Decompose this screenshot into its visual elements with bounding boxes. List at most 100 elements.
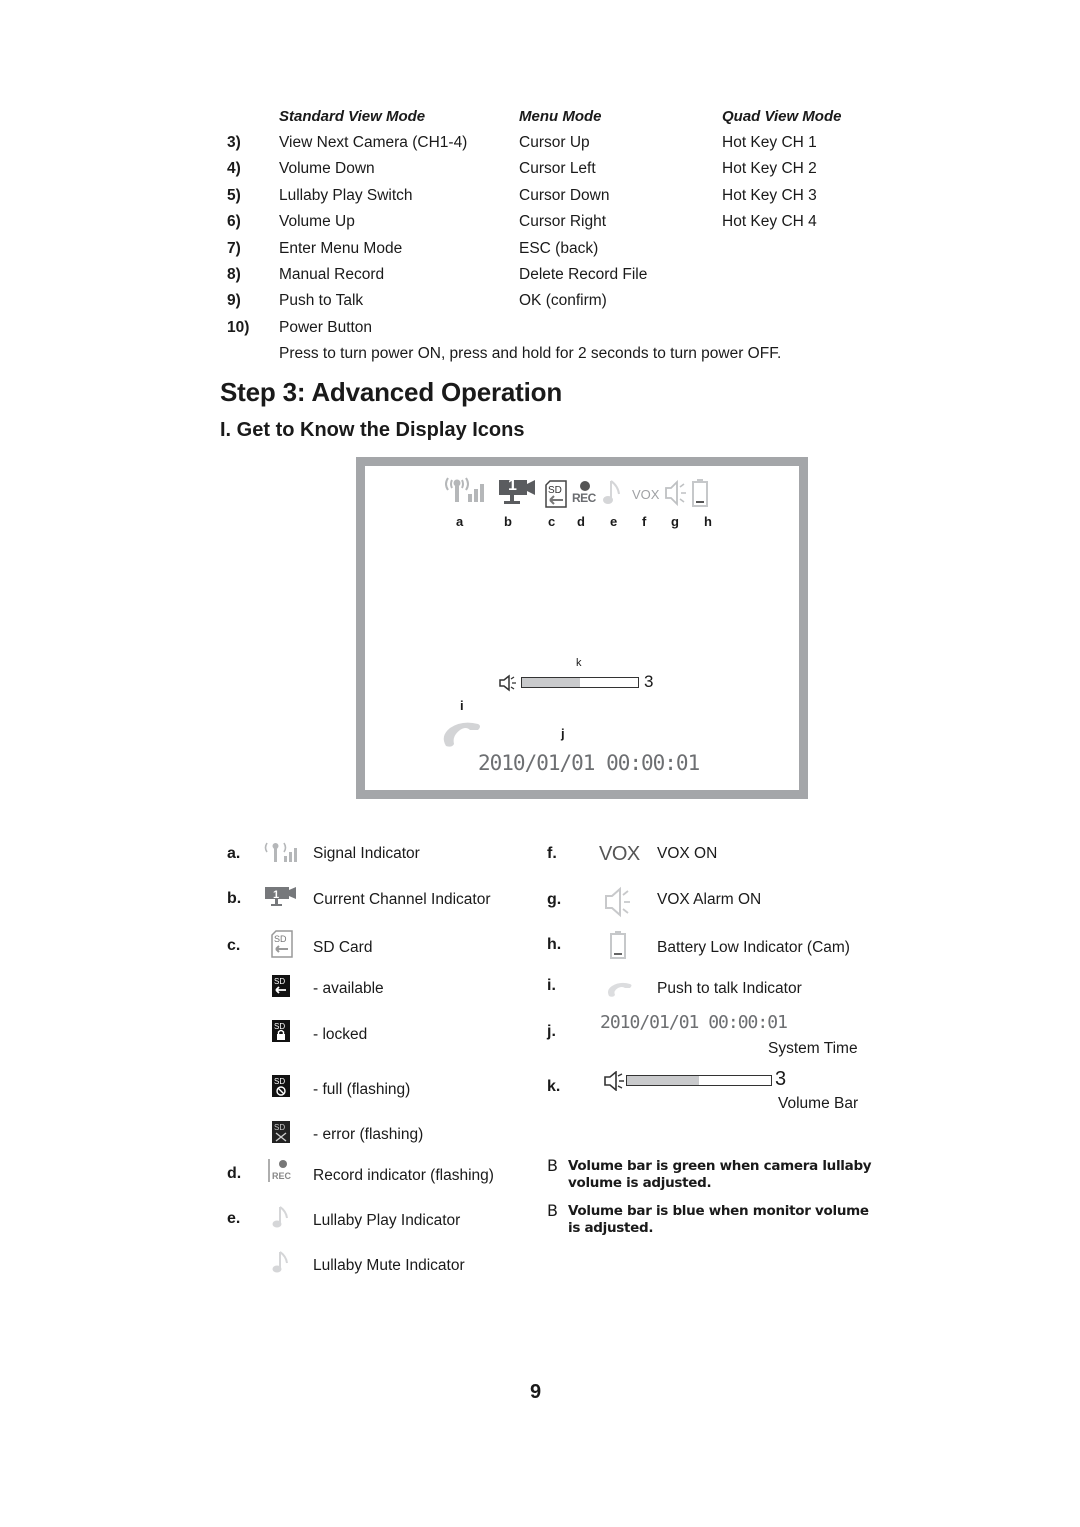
sd-full-icon: SD (272, 1075, 290, 1097)
sd-locked-icon: SD (272, 1020, 290, 1042)
icon-label-d: d (577, 514, 585, 529)
icon-label-i: i (460, 698, 464, 713)
note-line: volume is adjusted. (568, 1175, 712, 1191)
legend-letter: b. (227, 890, 242, 907)
legend-text: Push to talk Indicator (657, 980, 802, 997)
legend-text: Signal Indicator (313, 845, 420, 862)
row-number: 6) (227, 213, 241, 230)
push-to-talk-icon (606, 980, 634, 998)
menu-cell: Delete Record File (519, 266, 648, 283)
row-number: 8) (227, 266, 241, 283)
standard-cell: Volume Down (279, 160, 375, 177)
legend-text: VOX ON (657, 845, 718, 862)
battery-low-icon (609, 930, 627, 960)
lullaby-mute-icon (272, 1250, 290, 1274)
icon-label-c: c (548, 514, 556, 529)
camera-channel-icon: 1 (262, 885, 298, 909)
icon-label-k: k (576, 657, 582, 669)
legend-letter: g. (547, 891, 562, 908)
volume-level: 3 (775, 1068, 787, 1090)
svg-text:REC: REC (272, 1171, 292, 1181)
icon-label-h: h (704, 514, 712, 529)
menu-cell: Cursor Down (519, 187, 610, 204)
legend-text: Volume Bar (778, 1095, 859, 1112)
signal-icon (443, 474, 489, 504)
system-time-display: 2010/01/01 00:00:01 (478, 751, 700, 775)
channel-number: 1 (508, 477, 517, 494)
vox-icon: VOX (632, 487, 660, 502)
legend-letter: c. (227, 937, 241, 954)
speaker-icon (603, 1071, 627, 1091)
vox-icon: VOX (599, 843, 640, 865)
volume-bar-fill (627, 1076, 699, 1085)
system-time-display: 2010/01/01 00:00:01 (600, 1012, 788, 1033)
note-bullet: B (547, 1156, 558, 1175)
sd-card-icon: SD (271, 930, 293, 958)
lullaby-play-icon (272, 1205, 290, 1229)
menu-cell: ESC (back) (519, 240, 599, 257)
legend-text: Lullaby Mute Indicator (313, 1257, 465, 1274)
legend-text: - available (313, 980, 384, 997)
speaker-icon (498, 674, 518, 692)
note-line: is adjusted. (568, 1220, 654, 1236)
legend-text: - locked (313, 1026, 368, 1043)
record-icon: REC (572, 479, 598, 507)
menu-cell: Cursor Left (519, 160, 596, 177)
sd-available-icon: SD (272, 975, 290, 997)
legend-letter: j. (547, 1023, 556, 1040)
camera-channel-icon: 1 (493, 477, 537, 506)
legend-text: VOX Alarm ON (657, 891, 762, 908)
row-number: 9) (227, 292, 241, 309)
legend-text: SD Card (313, 939, 373, 956)
icon-label-a: a (456, 514, 464, 529)
standard-cell: Volume Up (279, 213, 355, 230)
note-bullet: B (547, 1201, 558, 1220)
volume-level: 3 (644, 672, 654, 691)
page-number: 9 (530, 1381, 542, 1403)
icon-label-j: j (561, 726, 565, 741)
signal-icon (264, 840, 298, 864)
icon-label-e: e (610, 514, 618, 529)
quad-cell: Hot Key CH 3 (722, 187, 817, 204)
svg-text:SD: SD (548, 485, 562, 496)
row-number: 3) (227, 134, 241, 151)
note-line: Volume bar is green when camera lullaby (568, 1158, 872, 1174)
legend-letter: f. (547, 845, 557, 862)
legend-text: Battery Low Indicator (Cam) (657, 939, 850, 956)
legend-letter: h. (547, 936, 562, 953)
legend-letter: e. (227, 1210, 241, 1227)
standard-cell: Push to Talk (279, 292, 364, 309)
menu-cell: OK (confirm) (519, 292, 607, 309)
standard-cell: View Next Camera (CH1-4) (279, 134, 468, 151)
legend-text: Record indicator (flashing) (313, 1167, 494, 1184)
legend-text: Lullaby Play Indicator (313, 1212, 461, 1229)
standard-cell: Enter Menu Mode (279, 240, 403, 257)
volume-bar (626, 1075, 772, 1086)
standard-cell: Manual Record (279, 266, 385, 283)
row-number: 10) (227, 319, 250, 336)
svg-text:1: 1 (273, 889, 279, 901)
icon-label-f: f (642, 514, 647, 529)
legend-text: System Time (768, 1040, 858, 1057)
legend-letter: k. (547, 1078, 561, 1095)
header-menu-mode: Menu Mode (519, 108, 602, 125)
svg-text:SD: SD (274, 934, 287, 944)
standard-cell: Lullaby Play Switch (279, 187, 413, 204)
sd-card-icon: SD (545, 480, 567, 508)
legend-letter: d. (227, 1165, 242, 1182)
legend-letter: a. (227, 845, 241, 862)
svg-text:SD: SD (274, 1123, 285, 1132)
sd-error-icon: SD (272, 1121, 290, 1143)
vox-alarm-icon (602, 885, 634, 919)
header-standard-view-mode: Standard View Mode (279, 108, 426, 125)
lullaby-icon (602, 478, 622, 506)
header-quad-view-mode: Quad View Mode (722, 108, 842, 125)
note-line: Volume bar is blue when monitor volume (568, 1203, 869, 1219)
rec-text: REC (572, 491, 596, 505)
legend-text: - full (flashing) (313, 1081, 411, 1098)
svg-text:SD: SD (274, 1022, 285, 1031)
vox-alarm-icon (663, 479, 689, 507)
svg-text:SD: SD (274, 977, 285, 986)
icon-label-b: b (504, 514, 512, 529)
menu-cell: Cursor Up (519, 134, 590, 151)
